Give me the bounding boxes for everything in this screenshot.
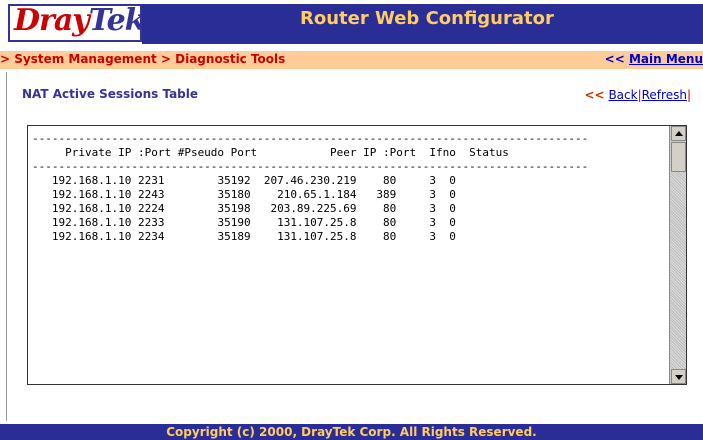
table-row: 192.168.1.10 2243 35180 210.65.1.184 389… bbox=[32, 188, 456, 201]
cell-ifno: 3 bbox=[396, 188, 437, 201]
cell-peer-ip: 131.107.25.8 bbox=[250, 216, 357, 229]
cell-port: 2231 bbox=[137, 174, 172, 187]
table-row: 192.168.1.10 2233 35190 131.107.25.8 80 … bbox=[32, 216, 456, 229]
cell-private-ip: 192.168.1.10 bbox=[32, 188, 138, 201]
cell-private-ip: 192.168.1.10 bbox=[32, 202, 138, 215]
sessions-table: ----------------------------------------… bbox=[32, 132, 588, 244]
page-title: NAT Active Sessions Table bbox=[22, 87, 199, 101]
cell-peer-port: 389 bbox=[356, 188, 397, 201]
cell-peer-port: 80 bbox=[356, 216, 397, 229]
vertical-scrollbar[interactable] bbox=[669, 126, 686, 384]
app-title: Router Web Configurator bbox=[300, 8, 554, 29]
cell-status: 0 bbox=[436, 216, 456, 229]
copyright-text: Copyright (c) 2000, DrayTek Corp. All Ri… bbox=[166, 425, 537, 439]
cell-ifno: 3 bbox=[396, 174, 437, 187]
cell-pseudo-port: 35198 bbox=[171, 202, 251, 215]
draytek-logo: DrayTek bbox=[8, 3, 146, 42]
cell-pseudo-port: 35190 bbox=[171, 216, 251, 229]
cell-peer-port: 80 bbox=[356, 174, 397, 187]
main-menu-link[interactable]: << Main Menu bbox=[605, 52, 703, 66]
link-separator-end: | bbox=[686, 88, 691, 102]
cell-status: 0 bbox=[436, 202, 456, 215]
scroll-thumb[interactable] bbox=[671, 142, 686, 172]
cell-ifno: 3 bbox=[396, 230, 437, 243]
table-row: 192.168.1.10 2234 35189 131.107.25.8 80 … bbox=[32, 230, 456, 243]
cell-port: 2224 bbox=[137, 202, 172, 215]
scroll-up-button[interactable] bbox=[671, 126, 686, 141]
cell-private-ip: 192.168.1.10 bbox=[32, 216, 138, 229]
cell-status: 0 bbox=[436, 174, 456, 187]
cell-peer-port: 80 bbox=[356, 230, 397, 243]
arrow-up-icon bbox=[675, 131, 683, 136]
table-row: 192.168.1.10 2224 35198 203.89.225.69 80… bbox=[32, 202, 456, 215]
back-link[interactable]: Back bbox=[608, 88, 637, 102]
table-divider-header: ----------------------------------------… bbox=[32, 160, 589, 173]
cell-port: 2233 bbox=[137, 216, 172, 229]
cell-peer-port: 80 bbox=[356, 202, 397, 215]
nav-links: << Back|Refresh| bbox=[585, 88, 692, 102]
cell-peer-ip: 207.46.230.219 bbox=[250, 174, 357, 187]
cell-port: 2243 bbox=[137, 188, 172, 201]
cell-status: 0 bbox=[436, 230, 456, 243]
cell-port: 2234 bbox=[137, 230, 172, 243]
sessions-table-frame: ----------------------------------------… bbox=[27, 125, 687, 385]
cell-status: 0 bbox=[436, 188, 456, 201]
table-header-row: Private IP :Port #Pseudo Port Peer IP :P… bbox=[32, 146, 509, 159]
main-menu-label[interactable]: Main Menu bbox=[629, 52, 703, 66]
cell-pseudo-port: 35180 bbox=[171, 188, 251, 201]
back-chevron-icon: << bbox=[584, 88, 605, 102]
cell-peer-ip: 131.107.25.8 bbox=[250, 230, 357, 243]
main-menu-arrow-icon: << bbox=[604, 52, 625, 66]
refresh-link[interactable]: Refresh bbox=[642, 88, 687, 102]
cell-private-ip: 192.168.1.10 bbox=[32, 174, 138, 187]
cell-pseudo-port: 35192 bbox=[171, 174, 251, 187]
table-row: 192.168.1.10 2231 35192 207.46.230.219 8… bbox=[32, 174, 456, 187]
arrow-down-icon bbox=[675, 375, 683, 380]
cell-pseudo-port: 35189 bbox=[171, 230, 251, 243]
header: DrayTek Router Web Configurator bbox=[0, 0, 703, 48]
cell-peer-ip: 203.89.225.69 bbox=[250, 202, 357, 215]
logo-tek-text: Tek bbox=[88, 3, 146, 38]
cell-ifno: 3 bbox=[396, 202, 437, 215]
table-rows: 192.168.1.10 2231 35192 207.46.230.219 8… bbox=[32, 174, 456, 243]
cell-private-ip: 192.168.1.10 bbox=[32, 230, 138, 243]
breadcrumb-bar: > System Management > Diagnostic Tools <… bbox=[0, 51, 703, 69]
cell-ifno: 3 bbox=[396, 216, 437, 229]
table-divider-top: ----------------------------------------… bbox=[32, 132, 589, 145]
footer: Copyright (c) 2000, DrayTek Corp. All Ri… bbox=[0, 424, 703, 440]
breadcrumb: > System Management > Diagnostic Tools bbox=[0, 52, 286, 66]
cell-peer-ip: 210.65.1.184 bbox=[250, 188, 357, 201]
logo-dray-text: Dray bbox=[14, 3, 90, 38]
scroll-down-button[interactable] bbox=[671, 369, 686, 384]
